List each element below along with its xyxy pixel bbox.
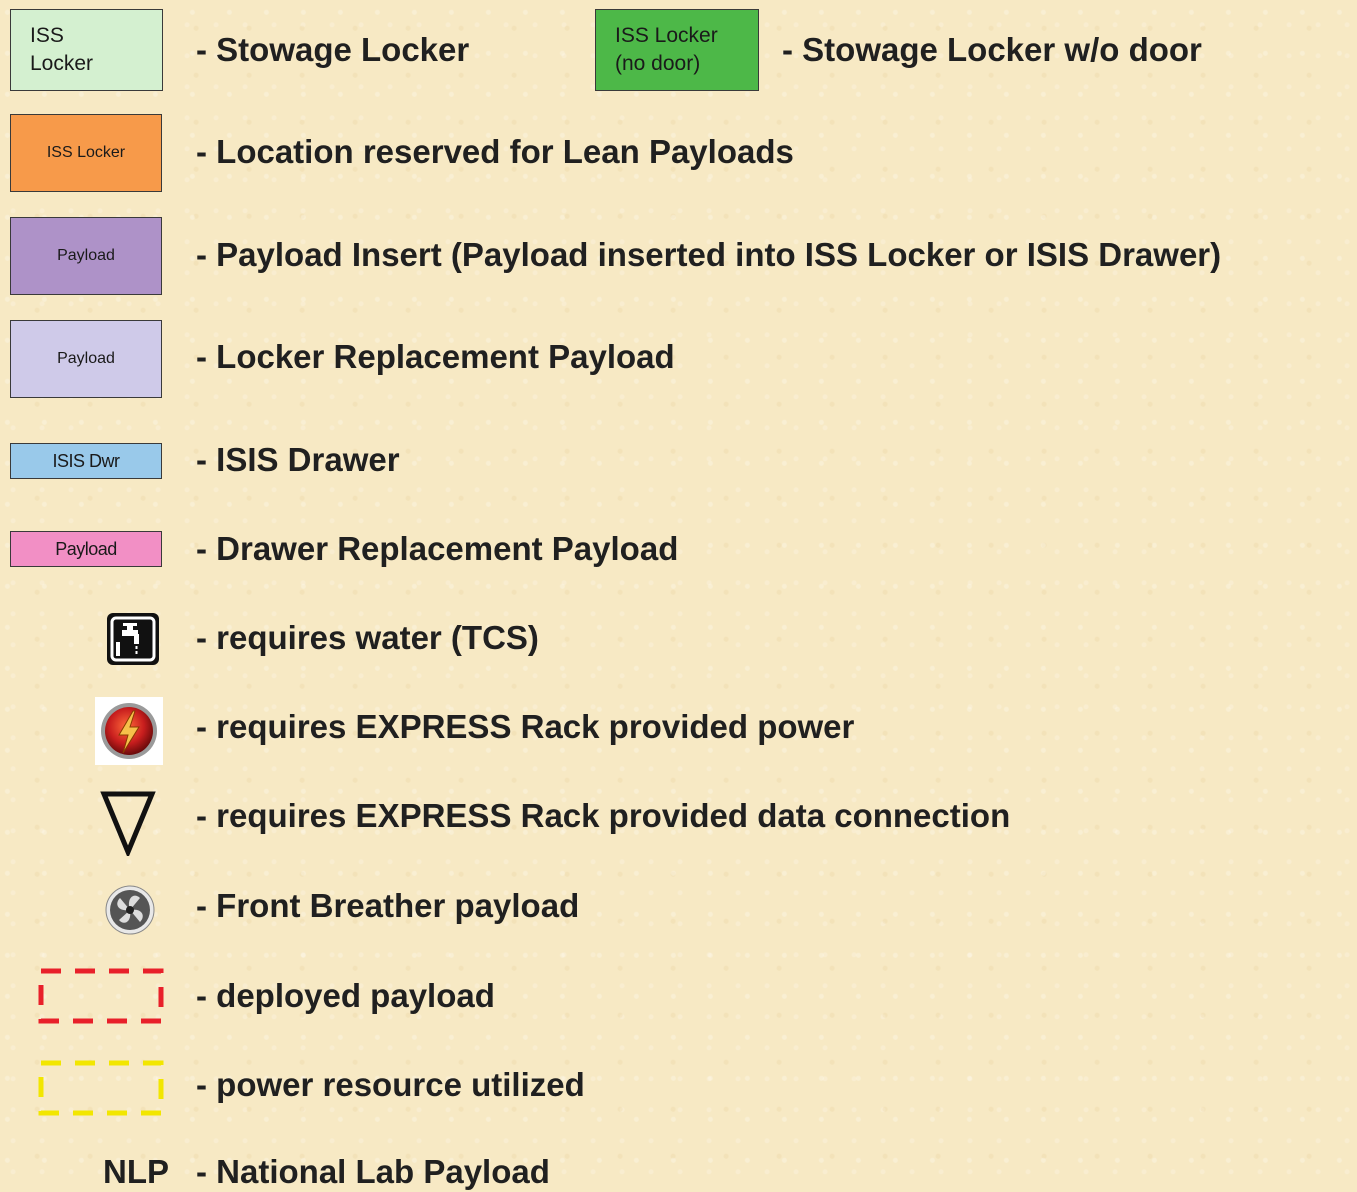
swatch-label: Payload <box>57 247 115 264</box>
swatch-label-line2: (no door) <box>615 52 701 75</box>
swatch-label-line1: ISS Locker <box>615 24 718 47</box>
deployed-dashed-box <box>38 968 164 1024</box>
deployed-desc: - deployed payload <box>196 977 495 1014</box>
lean-payload-desc: - Location reserved for Lean Payloads <box>196 133 794 170</box>
drawer-replacement-desc: - Drawer Replacement Payload <box>196 530 679 567</box>
fan-icon <box>104 884 156 936</box>
nlp-desc: - National Lab Payload <box>196 1153 550 1190</box>
stowage-locker-swatch: ISS Locker <box>10 9 163 91</box>
locker-replacement-desc: - Locker Replacement Payload <box>196 338 675 375</box>
swatch-label: ISS Locker <box>46 144 126 161</box>
water-desc: - requires water (TCS) <box>196 619 539 656</box>
isis-drawer-desc: - ISIS Drawer <box>196 441 400 478</box>
legend: ISS Locker - Stowage Locker ISS Locker (… <box>0 0 1357 1192</box>
breather-desc: - Front Breather payload <box>196 887 580 924</box>
payload-insert-desc: - Payload Insert (Payload inserted into … <box>196 236 1222 273</box>
power-utilized-dashed-box <box>38 1060 164 1116</box>
stowage-no-door-desc: - Stowage Locker w/o door <box>782 31 1202 68</box>
power-bolt-icon <box>95 697 163 765</box>
drawer-replacement-swatch: Payload <box>10 531 162 567</box>
swatch-label-line2: Locker <box>30 52 94 75</box>
nlp-abbr: NLP <box>103 1153 169 1190</box>
isis-drawer-swatch: ISIS Dwr <box>10 443 162 479</box>
swatch-label: Payload <box>55 538 117 559</box>
data-triangle-icon <box>100 790 156 859</box>
locker-replacement-swatch: Payload <box>10 320 162 398</box>
data-desc: - requires EXPRESS Rack provided data co… <box>196 797 1011 834</box>
swatch-label-line1: ISS <box>30 24 64 47</box>
swatch-label: ISIS Dwr <box>52 450 120 471</box>
power-desc: - requires EXPRESS Rack provided power <box>196 708 855 745</box>
water-faucet-icon <box>106 612 160 666</box>
stowage-no-door-swatch: ISS Locker (no door) <box>595 9 759 91</box>
power-utilized-desc: - power resource utilized <box>196 1066 585 1103</box>
lean-payload-swatch: ISS Locker <box>10 114 162 192</box>
swatch-label: Payload <box>57 350 115 367</box>
payload-insert-swatch: Payload <box>10 217 162 295</box>
stowage-locker-desc: - Stowage Locker <box>196 31 470 68</box>
